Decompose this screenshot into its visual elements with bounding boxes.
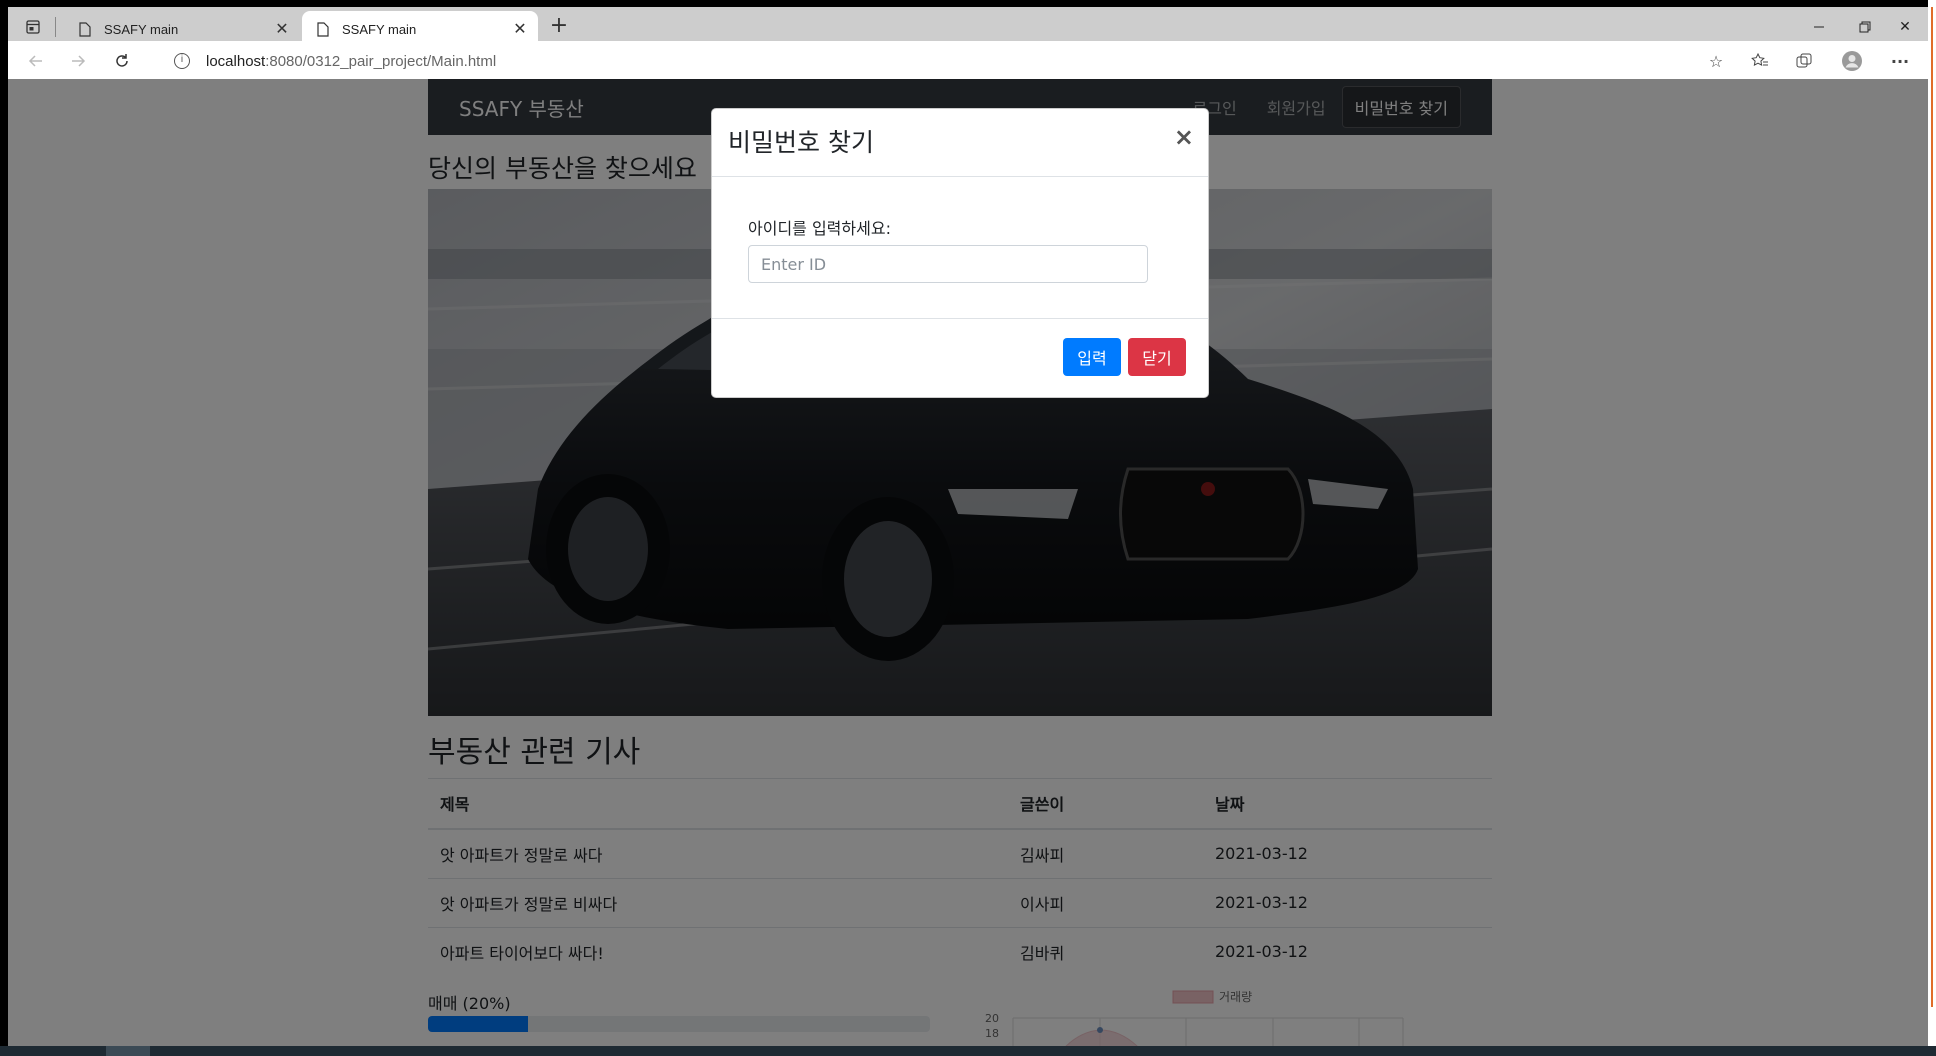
forward-icon[interactable] xyxy=(66,49,90,73)
add-favorite-icon[interactable]: ☆ xyxy=(1704,49,1728,73)
find-password-modal: 비밀번호 찾기 × 아이디를 입력하세요: 입력 닫기 xyxy=(711,108,1209,398)
os-taskbar xyxy=(0,1046,1936,1056)
new-tab-icon[interactable]: + xyxy=(548,15,570,38)
browser-toolbar: i localhost:8080/0312_pair_project/Main.… xyxy=(8,41,1928,79)
address-bar[interactable]: i localhost:8080/0312_pair_project/Main.… xyxy=(158,46,1738,76)
tab-separator xyxy=(55,17,56,37)
url-text: localhost:8080/0312_pair_project/Main.ht… xyxy=(206,52,497,70)
minimize-icon[interactable] xyxy=(1796,13,1842,41)
document-icon xyxy=(74,21,96,37)
info-icon[interactable]: i xyxy=(174,53,190,69)
more-menu-icon[interactable]: ··· xyxy=(1888,49,1912,73)
modal-title: 비밀번호 찾기 xyxy=(728,128,874,157)
back-icon[interactable] xyxy=(24,49,48,73)
tab-actions-icon[interactable] xyxy=(22,16,44,38)
close-icon[interactable]: × xyxy=(1174,125,1194,149)
window-edge xyxy=(1928,0,1936,1056)
id-field-label: 아이디를 입력하세요: xyxy=(748,219,891,238)
close-button[interactable]: 닫기 xyxy=(1128,338,1186,376)
modal-body: 아이디를 입력하세요: xyxy=(712,177,1208,319)
modal-header: 비밀번호 찾기 × xyxy=(712,109,1208,177)
profile-avatar-icon[interactable] xyxy=(1840,49,1864,73)
taskbar-active-app[interactable] xyxy=(106,1046,150,1056)
tab-title: SSAFY main xyxy=(342,21,417,37)
page-viewport: SSAFY 부동산 로그인 회원가입 비밀번호 찾기 당신의 부동산을 찾으세요 xyxy=(8,79,1928,1046)
reload-icon[interactable] xyxy=(110,49,134,73)
document-icon xyxy=(312,21,334,37)
tab-title: SSAFY main xyxy=(104,21,179,37)
close-tab-icon[interactable]: ✕ xyxy=(510,19,530,39)
favorites-icon[interactable] xyxy=(1748,49,1772,73)
collections-icon[interactable] xyxy=(1792,49,1816,73)
close-window-icon[interactable]: ✕ xyxy=(1882,13,1928,41)
id-input[interactable] xyxy=(748,245,1148,283)
submit-button[interactable]: 입력 xyxy=(1063,338,1121,376)
close-tab-icon[interactable]: ✕ xyxy=(272,19,292,39)
modal-footer: 입력 닫기 xyxy=(712,319,1208,397)
